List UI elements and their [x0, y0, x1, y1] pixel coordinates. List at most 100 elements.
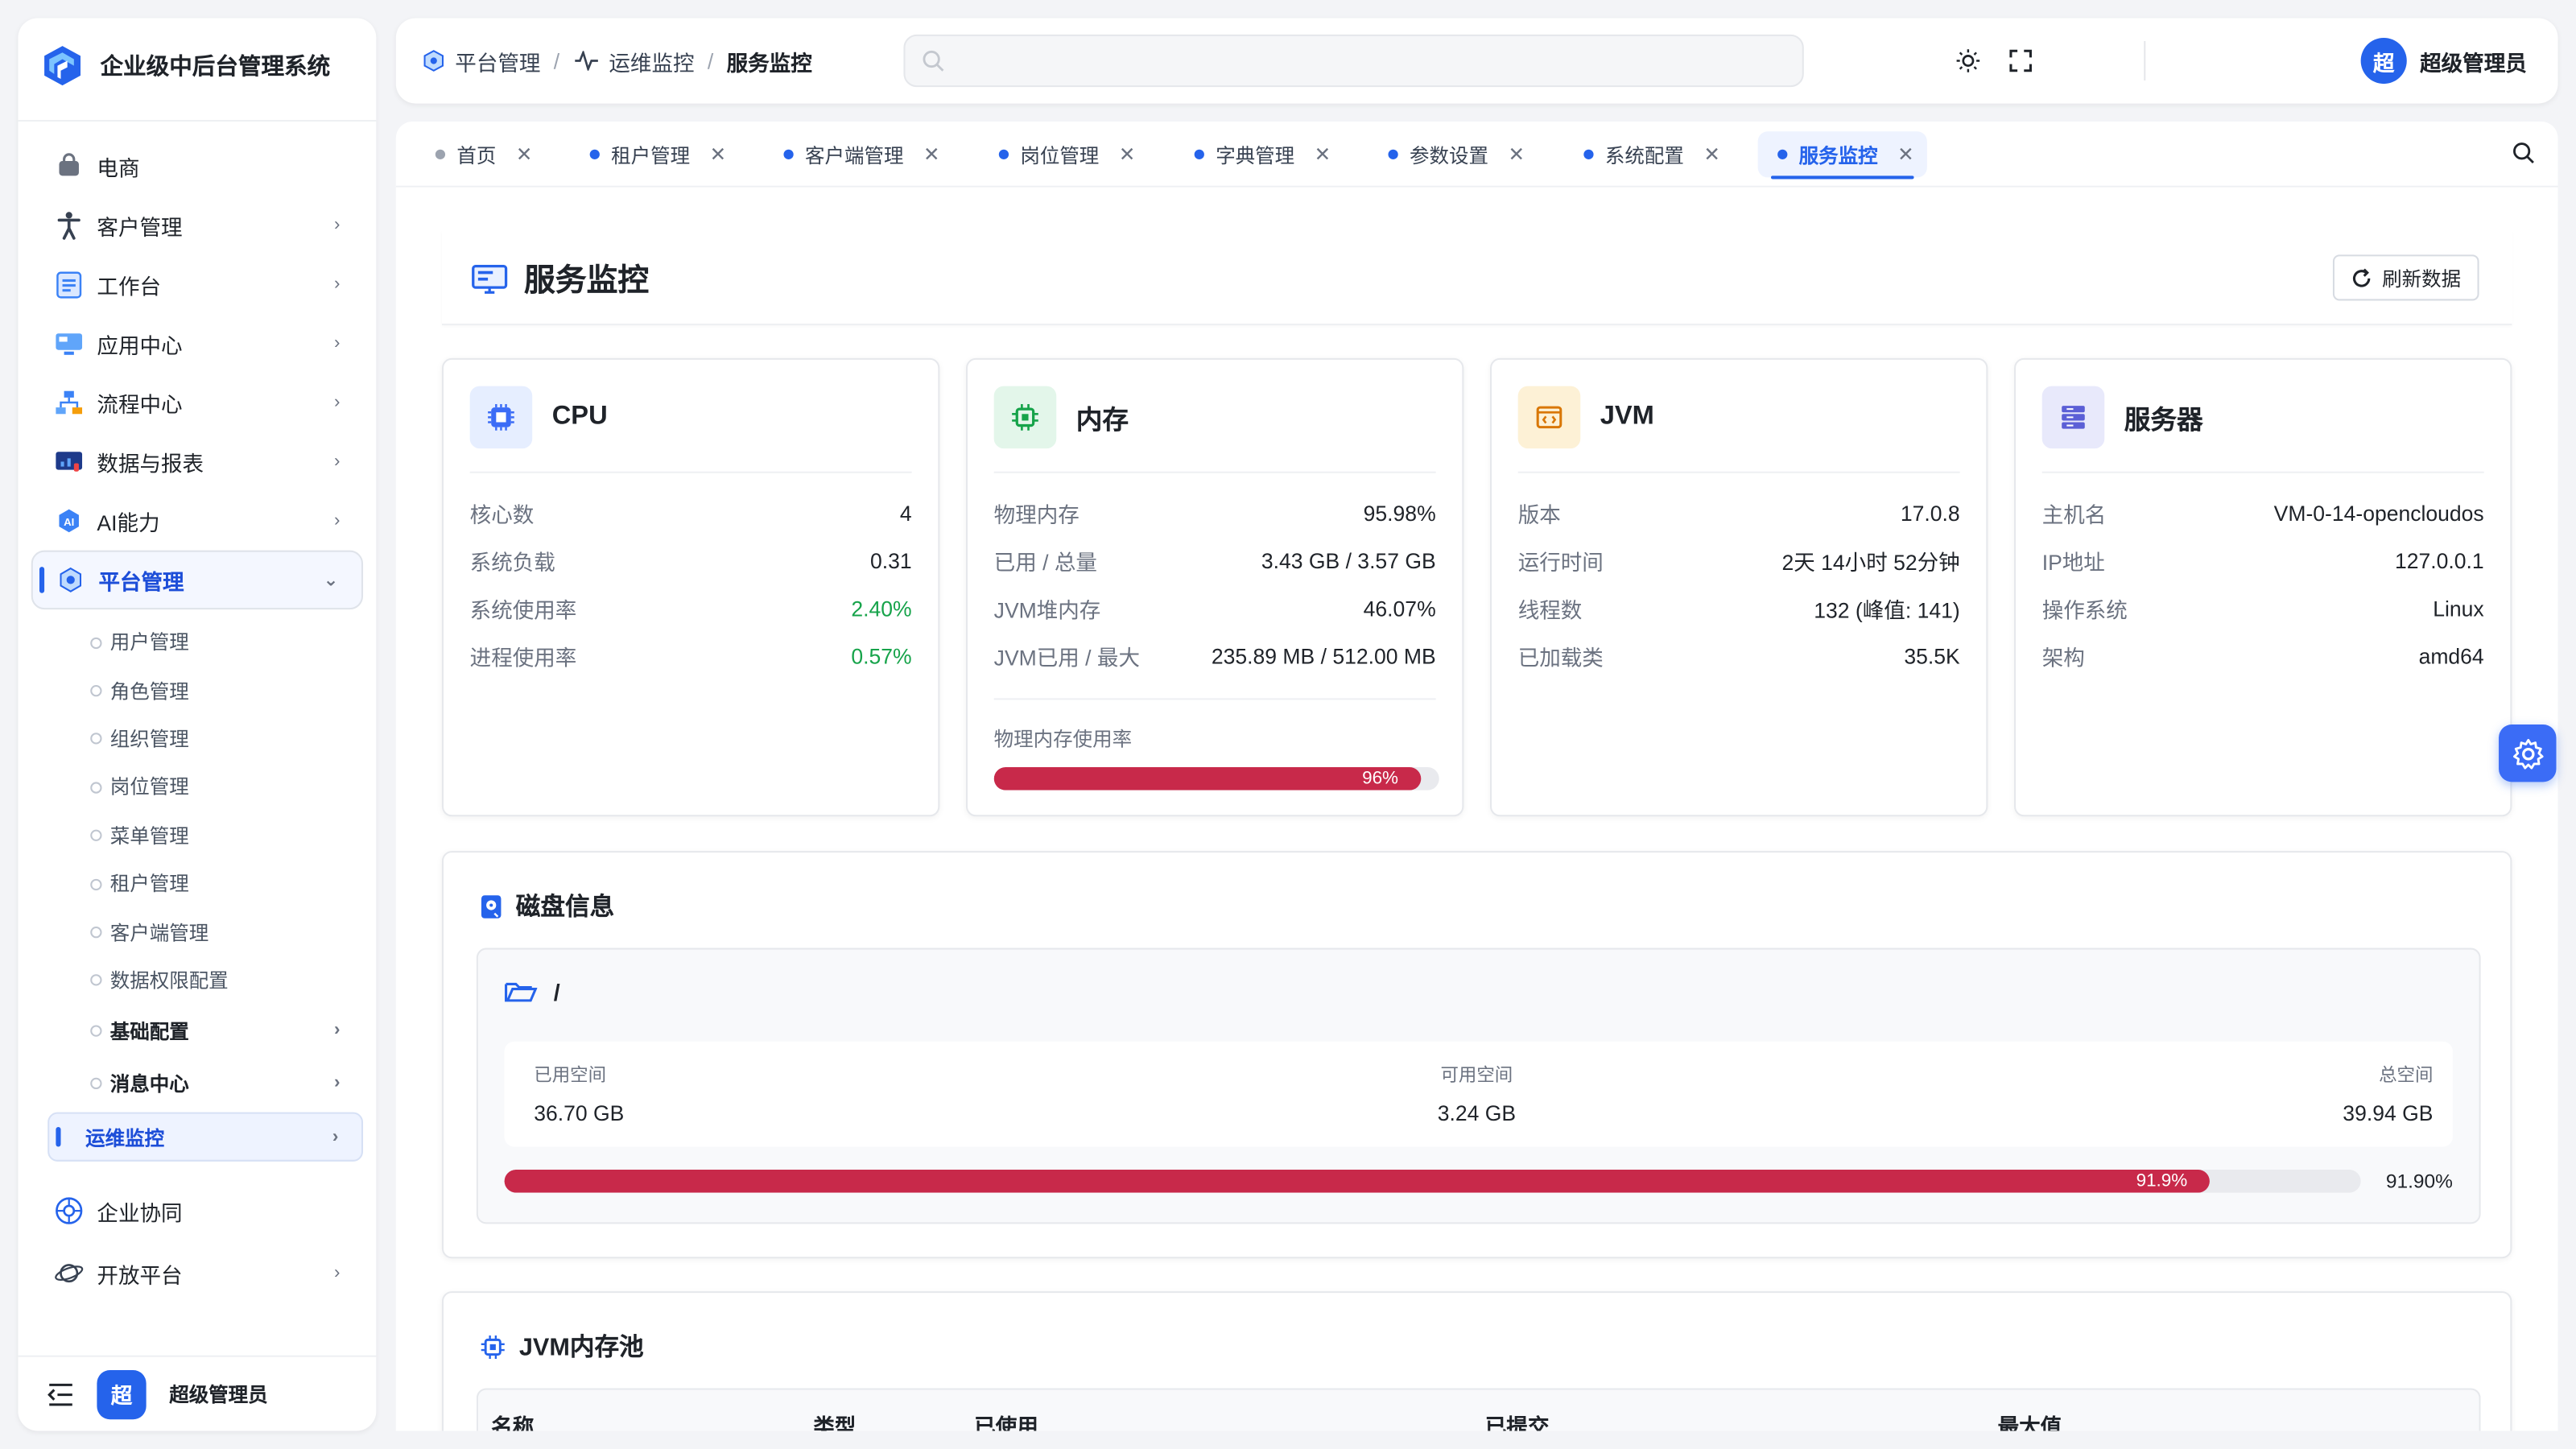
column-header[interactable]: 类型	[813, 1410, 856, 1430]
kv-value: 235.89 MB / 512.00 MB	[1211, 642, 1436, 668]
tab-service-monitor[interactable]: 服务监控 ✕	[1757, 131, 1928, 180]
collapse-menu-icon[interactable]	[47, 1382, 74, 1406]
submenu-item-message-center[interactable]: 消息中心 ›	[80, 1056, 363, 1108]
column-header[interactable]: 名称	[491, 1410, 534, 1430]
submenu-item-clients[interactable]: 客户端管理	[80, 907, 363, 956]
submenu-item-ops-monitor[interactable]: 运维监控 ›	[47, 1112, 364, 1162]
pulse-icon	[574, 51, 598, 71]
stat-value: 3.24 GB	[1437, 1100, 1517, 1125]
memory-card: 内存 物理内存 95.98% 已用 / 总量 3.43 GB / 3.57 GB J…	[965, 357, 1464, 817]
submenu-item-positions[interactable]: 岗位管理	[80, 762, 363, 811]
kv-value: 35.5K	[1904, 642, 1960, 668]
breadcrumb-item[interactable]: 平台管理	[455, 45, 540, 76]
column-header[interactable]: 最大值	[1998, 1410, 2062, 1430]
submenu-label: 基础配置	[109, 1019, 189, 1043]
close-icon[interactable]: ✕	[1897, 143, 1914, 167]
sidebar-footer: 超 超级管理员	[18, 1355, 377, 1431]
kv-value: Linux	[2433, 595, 2484, 621]
kv-key: 版本	[1517, 502, 1561, 527]
sun-icon[interactable]	[1955, 47, 1982, 74]
sidebar-item-platform[interactable]: 平台管理 ⌄	[31, 550, 364, 610]
sidebar-item-label: AI能力	[97, 510, 160, 535]
submenu-item-org[interactable]: 组织管理	[80, 714, 363, 762]
refresh-label: 刷新数据	[2382, 266, 2462, 291]
sidebar-item-data-reports[interactable]: 数据与报表 ›	[31, 432, 363, 491]
chevron-right-icon: ›	[332, 1127, 339, 1147]
kv-value: 17.0.8	[1900, 500, 1960, 526]
tab-home[interactable]: 首页 ✕	[415, 131, 545, 177]
kv-key: 已用 / 总量	[993, 549, 1097, 575]
kv-key: 物理内存	[993, 502, 1080, 527]
submenu-item-basic-config[interactable]: 基础配置 ›	[80, 1004, 363, 1056]
close-icon[interactable]: ✕	[710, 143, 727, 167]
close-icon[interactable]: ✕	[923, 143, 940, 167]
user-menu[interactable]: 超 超级管理员	[2360, 37, 2527, 85]
user-name: 超级管理员	[169, 1383, 268, 1406]
tab-tenants[interactable]: 租户管理 ✕	[570, 131, 739, 177]
kv-value: 0.31	[869, 547, 912, 573]
submenu-item-data-permission[interactable]: 数据权限配置	[80, 956, 363, 1004]
sidebar-item-open-platform[interactable]: 开放平台 ›	[31, 1244, 363, 1302]
submenu-item-tenants[interactable]: 租户管理	[80, 859, 363, 907]
settings-fab[interactable]	[2499, 724, 2557, 782]
platform-submenu: 用户管理 角色管理 组织管理 岗位管理 菜单管理 租户管理 客户端管理 数据权限…	[31, 617, 364, 1162]
jvm-card: JVM 版本 17.0.8 运行时间 2天 14小时 52分钟 线程数 132 (峰值…	[1490, 357, 1988, 817]
sidebar-item-workbench[interactable]: 工作台 ›	[31, 254, 363, 313]
sidebar-item-ai[interactable]: AI AI能力 ›	[31, 491, 363, 550]
avatar: 超	[2360, 37, 2407, 85]
sidebar-item-label: 数据与报表	[97, 451, 204, 476]
disk-used: 已用空间 36.70 GB	[534, 1061, 624, 1125]
submenu-item-users[interactable]: 用户管理	[80, 617, 363, 666]
submenu-label: 组织管理	[109, 728, 189, 751]
fullscreen-icon[interactable]	[2008, 47, 2034, 74]
refresh-button[interactable]: 刷新数据	[2332, 254, 2479, 301]
chevron-right-icon: ›	[333, 333, 341, 353]
submenu-item-roles[interactable]: 角色管理	[80, 666, 363, 714]
kv-row: 物理内存 95.98%	[994, 496, 1436, 529]
sidebar-item-app-center[interactable]: 应用中心 ›	[31, 314, 363, 373]
sidebar-item-customers[interactable]: 客户管理 ›	[31, 196, 363, 254]
tab-dictionary[interactable]: 字典管理 ✕	[1174, 131, 1344, 177]
close-icon[interactable]: ✕	[1315, 143, 1331, 167]
sidebar-item-process-center[interactable]: 流程中心 ›	[31, 373, 363, 431]
column-header[interactable]: 已提交	[1485, 1410, 1550, 1430]
search-input[interactable]	[951, 35, 1773, 86]
avatar[interactable]: 超	[97, 1369, 147, 1419]
breadcrumb-item[interactable]: 运维监控	[609, 45, 694, 76]
tab-dot	[1777, 149, 1788, 159]
stat-value: 39.94 GB	[2343, 1100, 2434, 1125]
sidebar-item-ecommerce[interactable]: 电商	[31, 136, 363, 195]
page-header: 服务监控 刷新数据	[441, 230, 2512, 326]
kv-key: 系统负载	[469, 549, 555, 575]
tab-positions[interactable]: 岗位管理 ✕	[979, 131, 1148, 177]
disk-item: / 已用空间 36.70 GB 可用空间 3.24 GB 总空间 39.94 GB 9…	[476, 947, 2481, 1224]
tab-clients[interactable]: 客户端管理 ✕	[764, 131, 953, 177]
chart-screen-icon	[54, 447, 84, 477]
close-icon[interactable]: ✕	[516, 143, 533, 167]
shopping-bag-icon	[54, 151, 84, 181]
kv-row: JVM堆内存 46.07%	[994, 592, 1436, 625]
divider	[2144, 41, 2146, 80]
tab-dot	[998, 149, 1009, 159]
tab-label: 岗位管理	[1020, 143, 1100, 167]
stat-value: 36.70 GB	[534, 1100, 625, 1125]
close-icon[interactable]: ✕	[1119, 143, 1136, 167]
submenu-item-menus[interactable]: 菜单管理	[80, 811, 363, 859]
brand[interactable]: 企业级中后台管理系统	[41, 41, 330, 90]
close-icon[interactable]: ✕	[1508, 143, 1525, 167]
kv-key: JVM堆内存	[993, 597, 1101, 622]
search-icon[interactable]	[2512, 142, 2535, 165]
sidebar-item-collab[interactable]: 企业协同	[31, 1182, 363, 1241]
kv-key: 运行时间	[1517, 549, 1604, 575]
column-header[interactable]: 已使用	[974, 1410, 1038, 1430]
sidebar-item-label: 开放平台	[97, 1262, 183, 1288]
submenu-label: 角色管理	[109, 679, 189, 703]
disk-icon	[481, 894, 502, 918]
kv-row: 操作系统 Linux	[2042, 592, 2484, 625]
global-search[interactable]	[903, 34, 1804, 88]
tab-params[interactable]: 参数设置 ✕	[1368, 131, 1538, 177]
kv-row: 系统负载 0.31	[470, 544, 912, 577]
close-icon[interactable]: ✕	[1703, 143, 1720, 167]
tab-system-config[interactable]: 系统配置 ✕	[1564, 131, 1733, 177]
sidebar-item-label: 平台管理	[98, 569, 184, 594]
